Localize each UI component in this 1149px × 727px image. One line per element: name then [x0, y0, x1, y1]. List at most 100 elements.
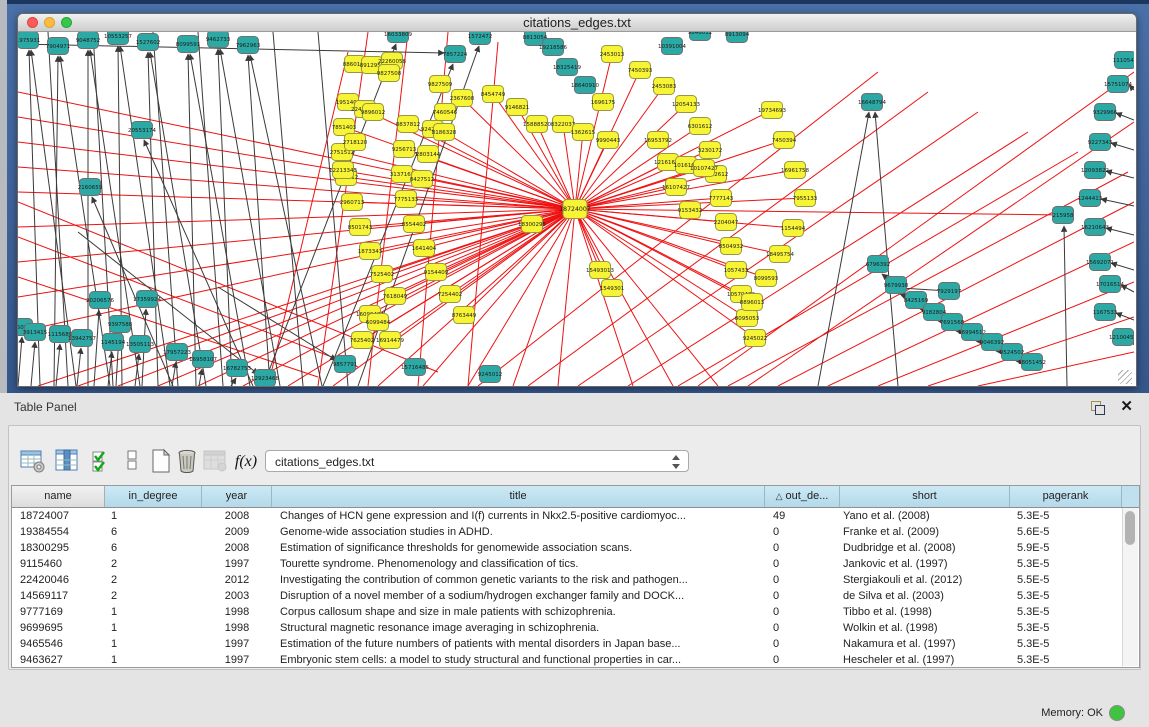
paper-node-yellow[interactable]: 1641404: [412, 240, 437, 257]
paper-node-yellow[interactable]: 7625402: [350, 332, 375, 349]
memory-status-indicator[interactable]: [1109, 705, 1125, 721]
citation-edge-black[interactable]: [875, 112, 898, 386]
paper-node-yellow[interactable]: 8504932: [719, 238, 744, 255]
paper-node-teal[interactable]: 12923468: [251, 370, 279, 387]
table-cell[interactable]: 1998: [202, 620, 272, 636]
citation-edge-black[interactable]: [172, 362, 176, 386]
table-cell[interactable]: 9115460: [12, 556, 105, 572]
table-cell[interactable]: 1: [105, 652, 202, 668]
paper-node-yellow[interactable]: 16107427: [662, 179, 690, 196]
delete-table-button[interactable]: [173, 448, 201, 476]
paper-node-teal[interactable]: 2160659: [78, 179, 103, 196]
paper-node-yellow[interactable]: 2718120: [343, 134, 368, 151]
table-cell[interactable]: Disruption of a novel member of a sodium…: [272, 588, 765, 604]
paper-node-teal[interactable]: 9397588: [108, 316, 133, 333]
citation-edge-black[interactable]: [248, 55, 270, 386]
citation-edge-black[interactable]: [1106, 228, 1134, 235]
table-row[interactable]: 1830029562008Estimation of significance …: [12, 540, 1139, 556]
table-cell[interactable]: 2008: [202, 540, 272, 556]
delete-column-button[interactable]: [201, 448, 229, 476]
table-cell[interactable]: 22420046: [12, 572, 105, 588]
paper-node-teal[interactable]: 17016514: [1096, 276, 1124, 293]
citation-edge-red[interactable]: [558, 209, 575, 386]
table-cell[interactable]: 0: [765, 620, 840, 636]
citation-edge-black[interactable]: [220, 49, 280, 386]
table-cell[interactable]: de Silva et al. (2003): [840, 588, 1010, 604]
paper-node-teal[interactable]: 1110543: [1113, 52, 1134, 69]
table-cell[interactable]: 0: [765, 588, 840, 604]
paper-node-yellow[interactable]: 2960713: [340, 194, 365, 211]
paper-node-yellow[interactable]: 7851403: [332, 119, 357, 136]
paper-node-yellow[interactable]: 8454749: [481, 86, 506, 103]
paper-node-teal[interactable]: 16782753: [223, 360, 251, 377]
citation-edge-black[interactable]: [818, 112, 869, 386]
table-cell[interactable]: 1997: [202, 636, 272, 652]
paper-node-teal[interactable]: 10391004: [658, 38, 686, 55]
paper-node-yellow[interactable]: 19734693: [758, 102, 786, 119]
table-cell[interactable]: Genome-wide association studies in ADHD.: [272, 524, 765, 540]
table-cell[interactable]: 5.3E-5: [1010, 636, 1122, 652]
paper-node-yellow[interactable]: 7955133: [793, 190, 818, 207]
paper-node-teal[interactable]: 15751074: [1104, 76, 1132, 93]
paper-node-yellow[interactable]: 1057433: [724, 262, 749, 279]
table-cell[interactable]: 5.3E-5: [1010, 604, 1122, 620]
paper-node-teal[interactable]: 1527602: [136, 34, 161, 51]
table-cell[interactable]: Estimation of significance thresholds fo…: [272, 540, 765, 556]
table-cell[interactable]: 2003: [202, 588, 272, 604]
paper-node-yellow[interactable]: 7450394: [772, 132, 797, 149]
table-cell[interactable]: 0: [765, 636, 840, 652]
table-row[interactable]: 977716911998Corpus callosum shape and si…: [12, 604, 1139, 620]
paper-node-yellow[interactable]: 1696175: [591, 94, 616, 111]
select-all-button[interactable]: [89, 448, 117, 476]
paper-node-yellow[interactable]: 8896013: [740, 294, 765, 311]
table-row[interactable]: 946554611997Estimation of the future num…: [12, 636, 1139, 652]
citation-edge-red[interactable]: [18, 209, 575, 227]
citation-edge-black[interactable]: [199, 369, 202, 386]
citation-edge-red[interactable]: [18, 192, 575, 209]
paper-node-teal[interactable]: 18325419: [553, 59, 581, 76]
paper-node-yellow[interactable]: 1873343: [358, 243, 383, 260]
paper-node-yellow[interactable]: 1549301: [600, 280, 625, 297]
table-cell[interactable]: 14569117: [12, 588, 105, 604]
table-cell[interactable]: 18300295: [12, 540, 105, 556]
paper-node-teal[interactable]: 18640910: [571, 77, 599, 94]
paper-node-yellow[interactable]: 12054133: [672, 96, 700, 113]
table-cell[interactable]: Tourette syndrome. Phenomenology and cla…: [272, 556, 765, 572]
paper-node-yellow[interactable]: 8186328: [432, 124, 457, 141]
paper-node-teal[interactable]: 9329966: [1093, 104, 1118, 121]
paper-node-teal[interactable]: 16210643: [1081, 219, 1109, 236]
paper-node-yellow[interactable]: 1154494: [781, 220, 806, 237]
table-cell[interactable]: Corpus callosum shape and size in male p…: [272, 604, 765, 620]
paper-node-yellow[interactable]: 8099593: [754, 270, 779, 287]
table-cell[interactable]: 2: [105, 556, 202, 572]
table-row[interactable]: 911546021997Tourette syndrome. Phenomeno…: [12, 556, 1139, 572]
table-cell[interactable]: 6: [105, 524, 202, 540]
paper-node-teal[interactable]: 1975931: [18, 32, 40, 49]
table-cell[interactable]: 5.5E-5: [1010, 572, 1122, 588]
paper-node-teal[interactable]: 20553174: [128, 122, 156, 139]
table-row[interactable]: 1456911722003Disruption of a novel membe…: [12, 588, 1139, 604]
table-cell[interactable]: Changes of HCN gene expression and I(f) …: [272, 508, 765, 524]
citation-edge-red[interactable]: [575, 162, 668, 209]
paper-node-teal[interactable]: 15692071: [1086, 254, 1114, 271]
table-cell[interactable]: 2008: [202, 508, 272, 524]
citation-edge-black[interactable]: [1116, 313, 1134, 320]
citation-edge-black[interactable]: [18, 337, 22, 386]
citation-edge-black[interactable]: [1111, 143, 1134, 150]
paper-node-teal[interactable]: 1167533: [1093, 304, 1118, 321]
paper-node-yellow[interactable]: 9153432: [678, 202, 703, 219]
paper-node-yellow[interactable]: 9827509: [428, 76, 453, 93]
citation-edge-red[interactable]: [468, 209, 575, 386]
paper-node-yellow[interactable]: 8501743: [348, 219, 373, 236]
table-row[interactable]: 1938455462009Genome-wide association stu…: [12, 524, 1139, 540]
paper-node-yellow[interactable]: 8095053: [735, 310, 760, 327]
citation-edge-black[interactable]: [1101, 199, 1134, 206]
paper-node-yellow[interactable]: 7618049: [383, 288, 408, 305]
network-canvas[interactable]: 1975931790497190487521055325715276028099…: [18, 32, 1134, 386]
table-cell[interactable]: 1: [105, 636, 202, 652]
paper-node-yellow[interactable]: 6099484: [366, 314, 391, 331]
table-cell[interactable]: 9699695: [12, 620, 105, 636]
table-cell[interactable]: 49: [765, 508, 840, 524]
citation-edge-black[interactable]: [1064, 226, 1067, 386]
column-chooser-button[interactable]: [53, 448, 81, 476]
